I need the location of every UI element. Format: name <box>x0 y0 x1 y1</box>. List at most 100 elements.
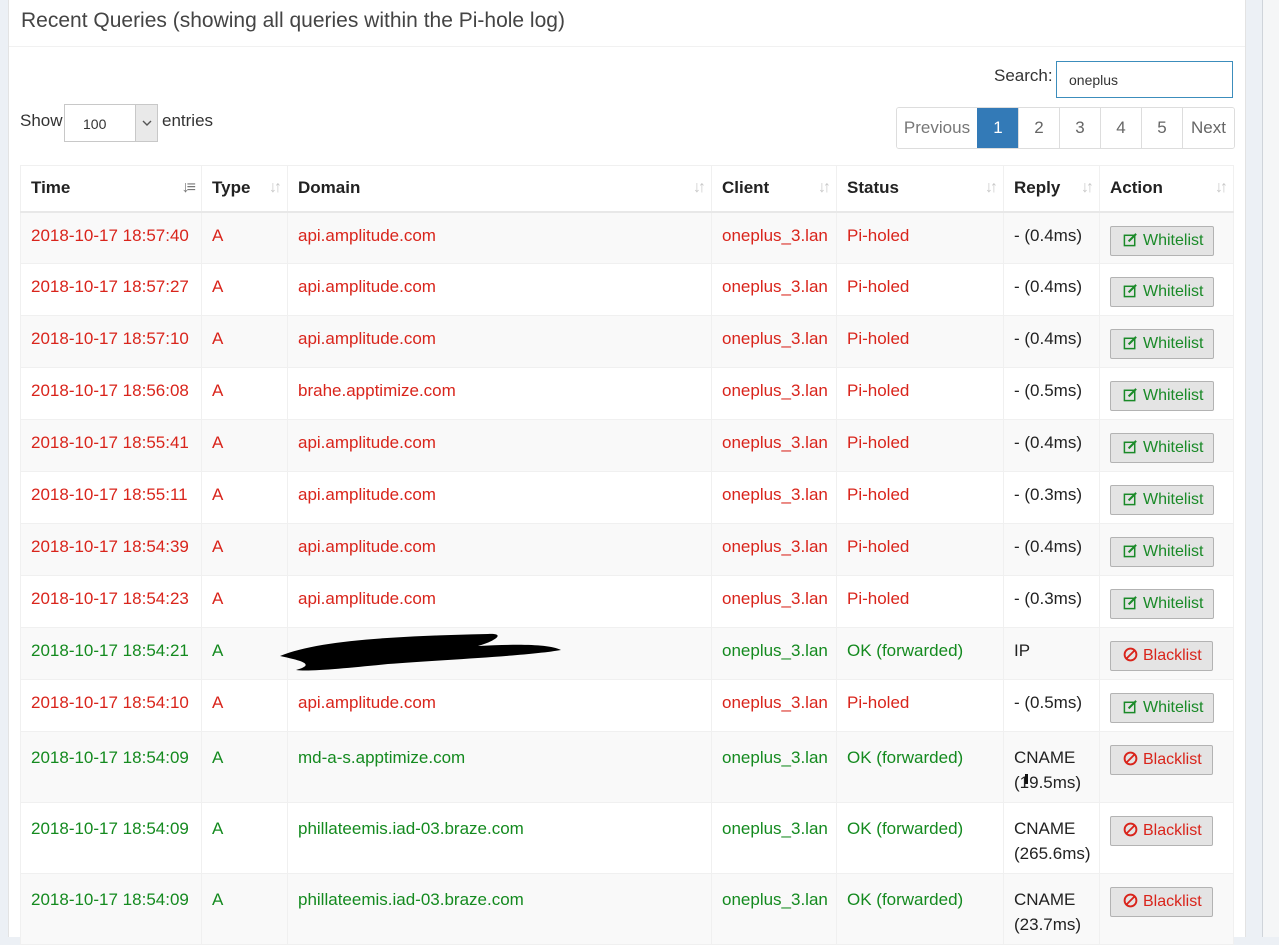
cell-reply: IP <box>1003 627 1100 680</box>
cell-domain: md-a-s.apptimize.com <box>287 731 712 803</box>
cell-status: Pi-holed <box>836 419 1004 472</box>
column-header-type[interactable]: Type ↓↑ <box>201 165 288 213</box>
whitelist-button[interactable]: Whitelist <box>1110 433 1215 463</box>
cell-type: A <box>201 873 288 945</box>
cell-time: 2018-10-17 18:57:10 <box>20 315 202 368</box>
sort-icon: ↓↑ <box>985 179 998 196</box>
cell-status: OK (forwarded) <box>836 627 1004 680</box>
sort-icon: ↓↑ <box>1081 179 1094 196</box>
cell-status: OK (forwarded) <box>836 731 1004 803</box>
cell-type: A <box>201 575 288 628</box>
column-header-domain[interactable]: Domain ↓↑ <box>287 165 712 213</box>
blacklist-button[interactable]: Blacklist <box>1110 745 1213 775</box>
cell-domain: api.amplitude.com <box>287 263 712 316</box>
cell-status: Pi-holed <box>836 263 1004 316</box>
table-row: 2018-10-17 18:54:10 A api.amplitude.com … <box>20 679 1234 732</box>
ban-icon <box>1123 893 1138 908</box>
pencil-square-icon <box>1123 544 1137 558</box>
whitelist-button[interactable]: Whitelist <box>1110 225 1215 256</box>
cell-domain: phillateemis.iad-03.braze.com <box>287 802 712 874</box>
pencil-square-icon <box>1123 336 1137 350</box>
blacklist-button[interactable]: Blacklist <box>1110 887 1213 917</box>
blacklist-button[interactable]: Blacklist <box>1110 816 1213 846</box>
table-row: 2018-10-17 18:57:40 A api.amplitude.com … <box>20 211 1234 264</box>
cell-action: Whitelist <box>1099 679 1234 732</box>
cell-reply: - (0.5ms) <box>1003 367 1100 420</box>
pencil-square-icon <box>1123 596 1137 610</box>
cell-time: 2018-10-17 18:55:41 <box>20 419 202 472</box>
pencil-square-icon <box>1123 388 1137 402</box>
whitelist-button[interactable]: Whitelist <box>1110 277 1215 307</box>
column-header-action[interactable]: Action ↓↑ <box>1099 165 1234 213</box>
ban-icon <box>1123 822 1138 837</box>
pagination-previous[interactable]: Previous <box>897 108 977 148</box>
cell-type: A <box>201 419 288 472</box>
pagination-page-1[interactable]: 1 <box>977 108 1018 148</box>
cell-reply: - (0.5ms) <box>1003 679 1100 732</box>
table-row: 2018-10-17 18:54:09 A md-a-s.apptimize.c… <box>20 731 1234 803</box>
table-row: 2018-10-17 18:54:39 A api.amplitude.com … <box>20 523 1234 576</box>
column-header-time[interactable]: Time ↓≡ <box>20 165 202 213</box>
pagination-page-4[interactable]: 4 <box>1100 108 1141 148</box>
cell-status: Pi-holed <box>836 471 1004 524</box>
whitelist-button[interactable]: Whitelist <box>1110 537 1215 567</box>
table-row: 2018-10-17 18:56:08 A brahe.apptimize.co… <box>20 367 1234 420</box>
pencil-square-icon <box>1123 492 1137 506</box>
whitelist-button[interactable]: Whitelist <box>1110 381 1215 411</box>
cell-action: Whitelist <box>1099 523 1234 576</box>
search-input[interactable] <box>1056 61 1233 98</box>
cell-domain: phillateemis.iad-03.braze.com <box>287 873 712 945</box>
cell-domain: api.amplitude.com <box>287 211 712 264</box>
cell-time: 2018-10-17 18:57:27 <box>20 263 202 316</box>
cell-reply: - (0.4ms) <box>1003 211 1100 264</box>
pencil-square-icon <box>1123 440 1137 454</box>
blacklist-button[interactable]: Blacklist <box>1110 641 1213 671</box>
cell-domain: api.amplitude.com <box>287 523 712 576</box>
pagination-next[interactable]: Next <box>1182 108 1234 148</box>
table-row: 2018-10-17 18:54:09 A phillateemis.iad-0… <box>20 802 1234 874</box>
whitelist-button[interactable]: Whitelist <box>1110 693 1215 723</box>
table-row: 2018-10-17 18:54:23 A api.amplitude.com … <box>20 575 1234 628</box>
queries-table: Time ↓≡ Type ↓↑ Domain ↓↑ Client ↓↑ Status ↓↑… <box>20 165 1234 945</box>
cell-reply: CNAME (19.5ms) <box>1003 731 1100 803</box>
table-row: 2018-10-17 18:54:21 A oneplus_3.lan OK (… <box>20 627 1234 680</box>
cell-client: oneplus_3.lan <box>711 419 837 472</box>
table-row: 2018-10-17 18:57:10 A api.amplitude.com … <box>20 315 1234 368</box>
cell-action: Whitelist <box>1099 419 1234 472</box>
entries-length-select[interactable]: 100 <box>64 104 158 142</box>
whitelist-button[interactable]: Whitelist <box>1110 589 1215 619</box>
cell-domain: api.amplitude.com <box>287 315 712 368</box>
cell-type: A <box>201 627 288 680</box>
cell-action: Blacklist <box>1099 731 1234 803</box>
cell-time: 2018-10-17 18:54:09 <box>20 731 202 803</box>
ban-icon <box>1123 751 1138 766</box>
sort-icon: ↓↑ <box>269 179 282 196</box>
pagination-page-2[interactable]: 2 <box>1018 108 1059 148</box>
cell-status: Pi-holed <box>836 211 1004 264</box>
table-header-row: Time ↓≡ Type ↓↑ Domain ↓↑ Client ↓↑ Status ↓↑… <box>20 165 1234 213</box>
panel-header: Recent Queries (showing all queries with… <box>9 0 1245 47</box>
cell-reply: - (0.4ms) <box>1003 523 1100 576</box>
cell-client: oneplus_3.lan <box>711 731 837 803</box>
pagination-page-3[interactable]: 3 <box>1059 108 1100 148</box>
pencil-square-icon <box>1123 232 1137 246</box>
table-row: 2018-10-17 18:55:41 A api.amplitude.com … <box>20 419 1234 472</box>
cell-action: Blacklist <box>1099 802 1234 874</box>
pagination-page-5[interactable]: 5 <box>1141 108 1182 148</box>
cell-client: oneplus_3.lan <box>711 679 837 732</box>
whitelist-button[interactable]: Whitelist <box>1110 485 1215 515</box>
cell-client: oneplus_3.lan <box>711 315 837 368</box>
column-header-client[interactable]: Client ↓↑ <box>711 165 837 213</box>
sort-icon: ↓↑ <box>818 179 831 196</box>
sort-icon: ↓↑ <box>1215 179 1228 196</box>
cell-type: A <box>201 731 288 803</box>
cell-status: Pi-holed <box>836 575 1004 628</box>
column-header-reply[interactable]: Reply ↓↑ <box>1003 165 1100 213</box>
whitelist-button[interactable]: Whitelist <box>1110 329 1215 359</box>
sort-descending-icon: ↓≡ <box>181 179 196 196</box>
page-scrollbar[interactable] <box>1262 0 1279 937</box>
cell-client: oneplus_3.lan <box>711 523 837 576</box>
cell-reply: - (0.4ms) <box>1003 263 1100 316</box>
cell-client: oneplus_3.lan <box>711 627 837 680</box>
column-header-status[interactable]: Status ↓↑ <box>836 165 1004 213</box>
